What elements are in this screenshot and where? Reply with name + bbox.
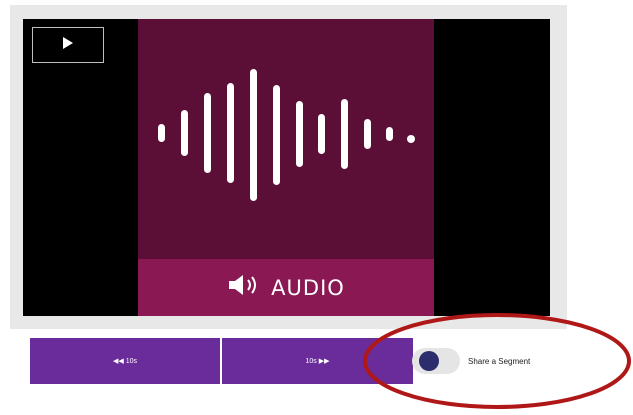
wave-bar (227, 83, 234, 183)
audio-label: AUDIO (271, 275, 345, 300)
waveform-graphic (158, 69, 415, 201)
wave-bar (250, 69, 257, 201)
share-segment-label: Share a Segment (468, 356, 531, 366)
forward-10s-button[interactable]: 10s ▶▶ (222, 338, 413, 384)
wave-bar (181, 110, 188, 156)
audio-poster: AUDIO (138, 19, 434, 316)
forward-10s-label: 10s ▶▶ (305, 358, 330, 365)
wave-bar (273, 85, 280, 185)
rewind-10s-label: ◀◀ 10s (113, 358, 137, 365)
share-segment-toggle[interactable] (412, 348, 460, 374)
audio-label-bar: AUDIO (138, 259, 434, 316)
wave-bar (364, 119, 371, 149)
wave-bar (204, 93, 211, 173)
toggle-knob (419, 351, 439, 371)
audio-player-page: AUDIO ◀◀ 10s 10s ▶▶ Share a Segment (0, 0, 633, 415)
wave-bar (341, 99, 348, 169)
speaker-icon (227, 273, 261, 302)
share-segment-control: Share a Segment (412, 346, 530, 376)
play-button[interactable] (32, 27, 104, 63)
wave-bar (158, 124, 165, 142)
media-player[interactable]: AUDIO (23, 19, 550, 316)
wave-bar (296, 101, 303, 167)
play-icon (62, 36, 74, 55)
wave-dot (407, 135, 415, 143)
wave-bar (318, 114, 325, 154)
rewind-10s-button[interactable]: ◀◀ 10s (30, 338, 220, 384)
wave-bar (386, 127, 393, 141)
